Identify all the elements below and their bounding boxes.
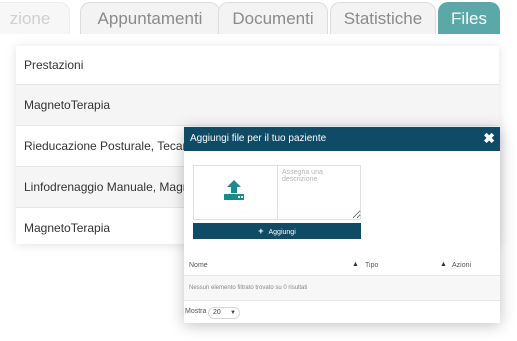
tab-appuntamenti[interactable]: Appuntamenti bbox=[80, 2, 220, 34]
page-size-value: 20 bbox=[213, 309, 221, 316]
files-table: Nome ▲ Tipo ▲ Azioni Nessun elemento fil… bbox=[184, 257, 500, 301]
column-tipo[interactable]: Tipo bbox=[365, 257, 378, 275]
close-icon[interactable]: ✖ bbox=[483, 127, 495, 149]
add-file-button[interactable]: + Aggiungi bbox=[193, 223, 361, 239]
sort-icon[interactable]: ▲ bbox=[440, 257, 447, 273]
column-azioni: Azioni bbox=[452, 262, 472, 269]
description-field[interactable] bbox=[278, 166, 361, 219]
tab-statistiche[interactable]: Statistiche bbox=[330, 2, 436, 34]
column-nome[interactable]: Nome bbox=[189, 257, 208, 275]
tab-documenti[interactable]: Documenti bbox=[218, 2, 328, 34]
modal-title: Aggiungi file per il tuo paziente bbox=[190, 133, 327, 144]
upload-area bbox=[193, 165, 361, 220]
upload-icon[interactable] bbox=[222, 180, 246, 207]
table-header: Prestazioni bbox=[16, 46, 499, 85]
page-size-select[interactable]: 20 ▼ bbox=[208, 307, 240, 319]
sort-icon[interactable]: ▲ bbox=[352, 257, 359, 273]
add-file-modal: Aggiungi file per il tuo paziente ✖ + Agg… bbox=[184, 127, 500, 323]
modal-header: Aggiungi file per il tuo paziente ✖ bbox=[184, 127, 500, 151]
add-button-label: Aggiungi bbox=[268, 229, 296, 236]
tab-bar: zione Appuntamenti Documenti Statistiche… bbox=[0, 0, 517, 34]
empty-message: Nessun elemento filtrato trovato su 0 ri… bbox=[184, 276, 500, 301]
tab-files[interactable]: Files bbox=[438, 2, 500, 34]
table-footer: Mostra 20 ▼ bbox=[184, 305, 500, 321]
chevron-down-icon: ▼ bbox=[230, 310, 236, 316]
plus-icon: + bbox=[258, 226, 264, 236]
files-table-header: Nome ▲ Tipo ▲ Azioni bbox=[184, 257, 500, 276]
show-label: Mostra bbox=[185, 308, 207, 315]
tab-prestazione[interactable]: zione bbox=[0, 2, 70, 34]
table-row[interactable]: MagnetoTerapia bbox=[16, 85, 499, 126]
